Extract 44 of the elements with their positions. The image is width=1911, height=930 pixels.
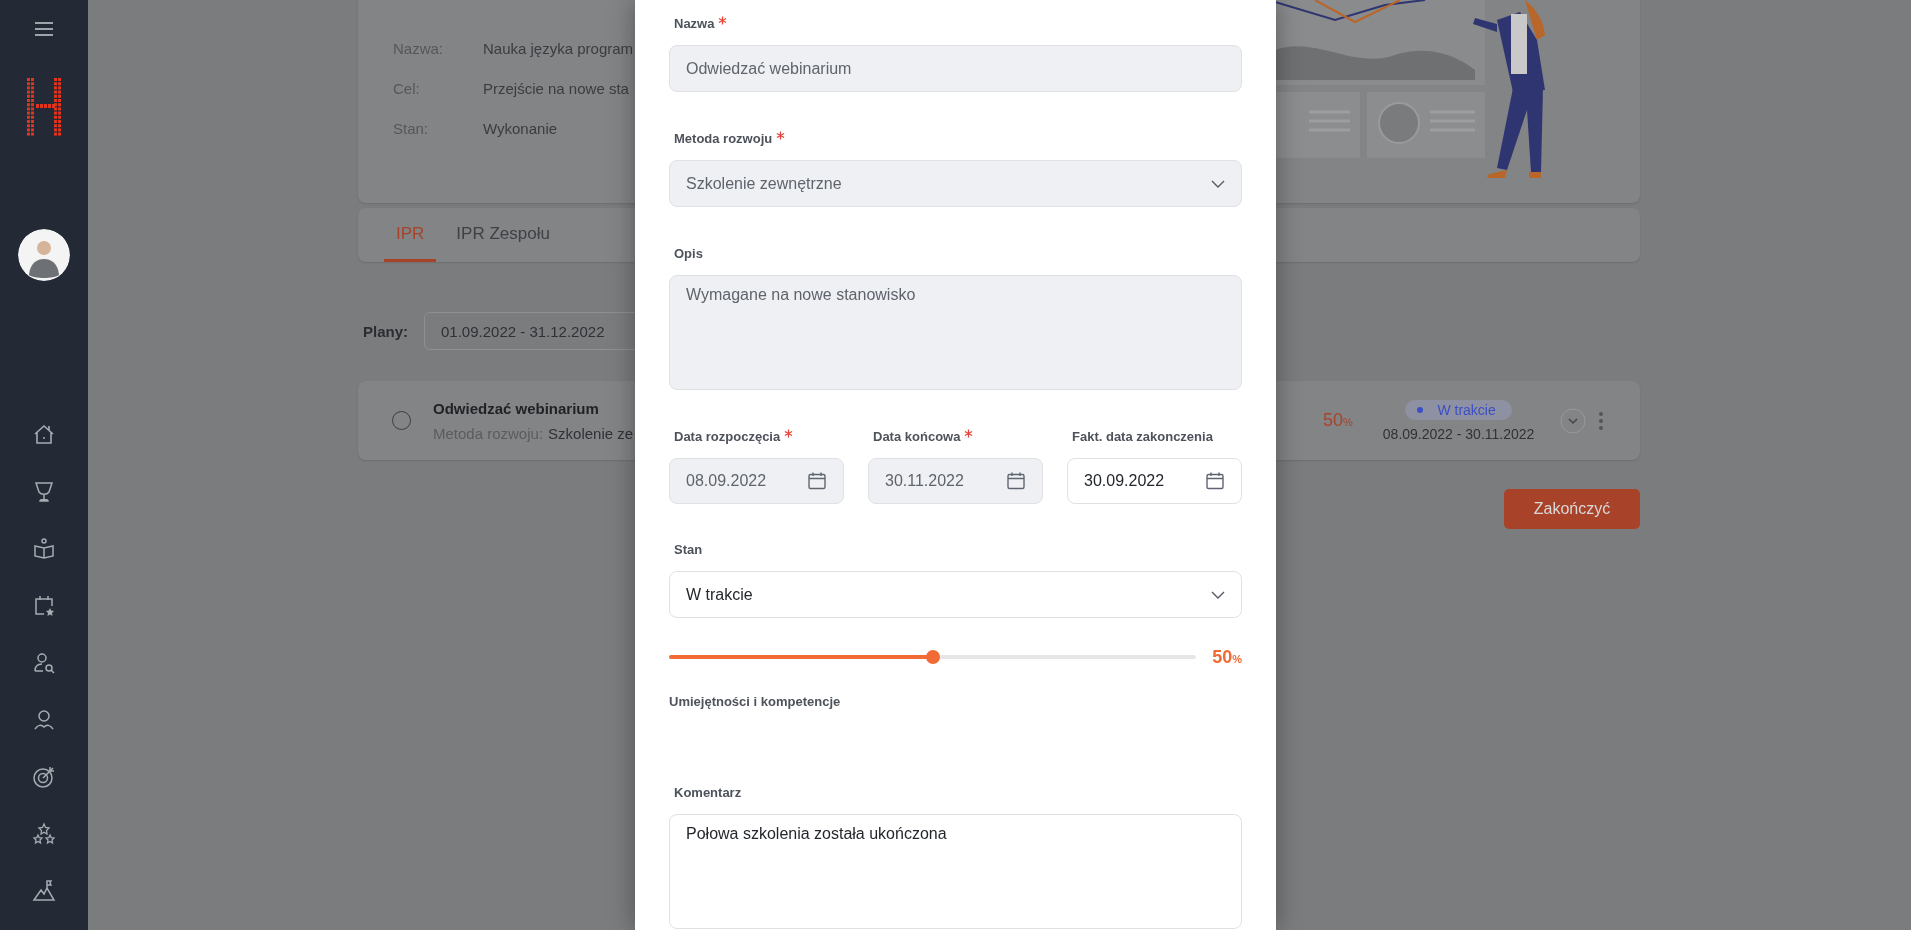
field-label: Metoda rozwoju <box>674 130 773 148</box>
info-value: Nauka języka program <box>483 39 634 59</box>
field-label: Data rozpoczęcia <box>674 428 781 446</box>
trophy-icon[interactable] <box>32 480 56 504</box>
section-heading: Umiejętności i kompetencje <box>669 693 842 711</box>
user-avatar[interactable] <box>18 229 70 281</box>
required-mark-icon <box>718 16 728 25</box>
progress-reading: 50% <box>1212 646 1242 668</box>
plans-label: Plany: <box>363 322 408 340</box>
task-title: Odwiedzać webinarium <box>433 399 600 417</box>
home-icon[interactable] <box>32 423 56 447</box>
select-field[interactable]: W trakcie <box>669 571 1242 618</box>
user-search-icon[interactable] <box>32 651 56 675</box>
field-label: Komentarz <box>674 784 742 802</box>
field-label: Fakt. data zakonczenia <box>1072 428 1213 446</box>
info-value: Przejście na nowe sta <box>483 79 629 99</box>
required-mark-icon <box>776 131 786 140</box>
date-field[interactable]: 30.09.2022 <box>1067 458 1242 504</box>
status-badge: W trakcie <box>1405 399 1512 420</box>
book-reader-icon[interactable] <box>32 537 56 561</box>
field-label: Stan <box>674 541 703 559</box>
calendar-icon[interactable] <box>1205 471 1225 491</box>
info-value: Wykonanie <box>483 119 558 139</box>
user-icon[interactable] <box>32 708 56 732</box>
field-label: Data końcowa <box>873 428 961 446</box>
logo <box>26 77 62 137</box>
calendar-star-icon[interactable] <box>32 594 56 618</box>
mountain-flag-icon[interactable] <box>32 879 56 903</box>
method-value: Szkolenie ze <box>548 424 634 442</box>
menu-icon[interactable] <box>34 21 54 37</box>
task-progress-reading: 50% <box>1323 410 1353 431</box>
stars-icon[interactable] <box>32 822 56 846</box>
tab[interactable]: IPR Zespołu <box>444 208 562 262</box>
text-area[interactable]: Połowa szkolenia została ukończona <box>669 814 1242 929</box>
progress-slider[interactable] <box>669 650 1197 664</box>
chevron-down-icon <box>1211 590 1225 599</box>
finish-button[interactable]: Zakończyć <box>1504 489 1640 529</box>
target-icon[interactable] <box>32 765 56 789</box>
required-mark-icon <box>784 429 794 438</box>
field-label: Opis <box>674 245 703 263</box>
task-dates: 08.09.2022 - 30.11.2022 <box>1382 425 1535 442</box>
chevron-down-icon <box>1211 179 1225 188</box>
required-mark-icon <box>964 429 974 438</box>
field-label: Nazwa <box>674 15 715 33</box>
